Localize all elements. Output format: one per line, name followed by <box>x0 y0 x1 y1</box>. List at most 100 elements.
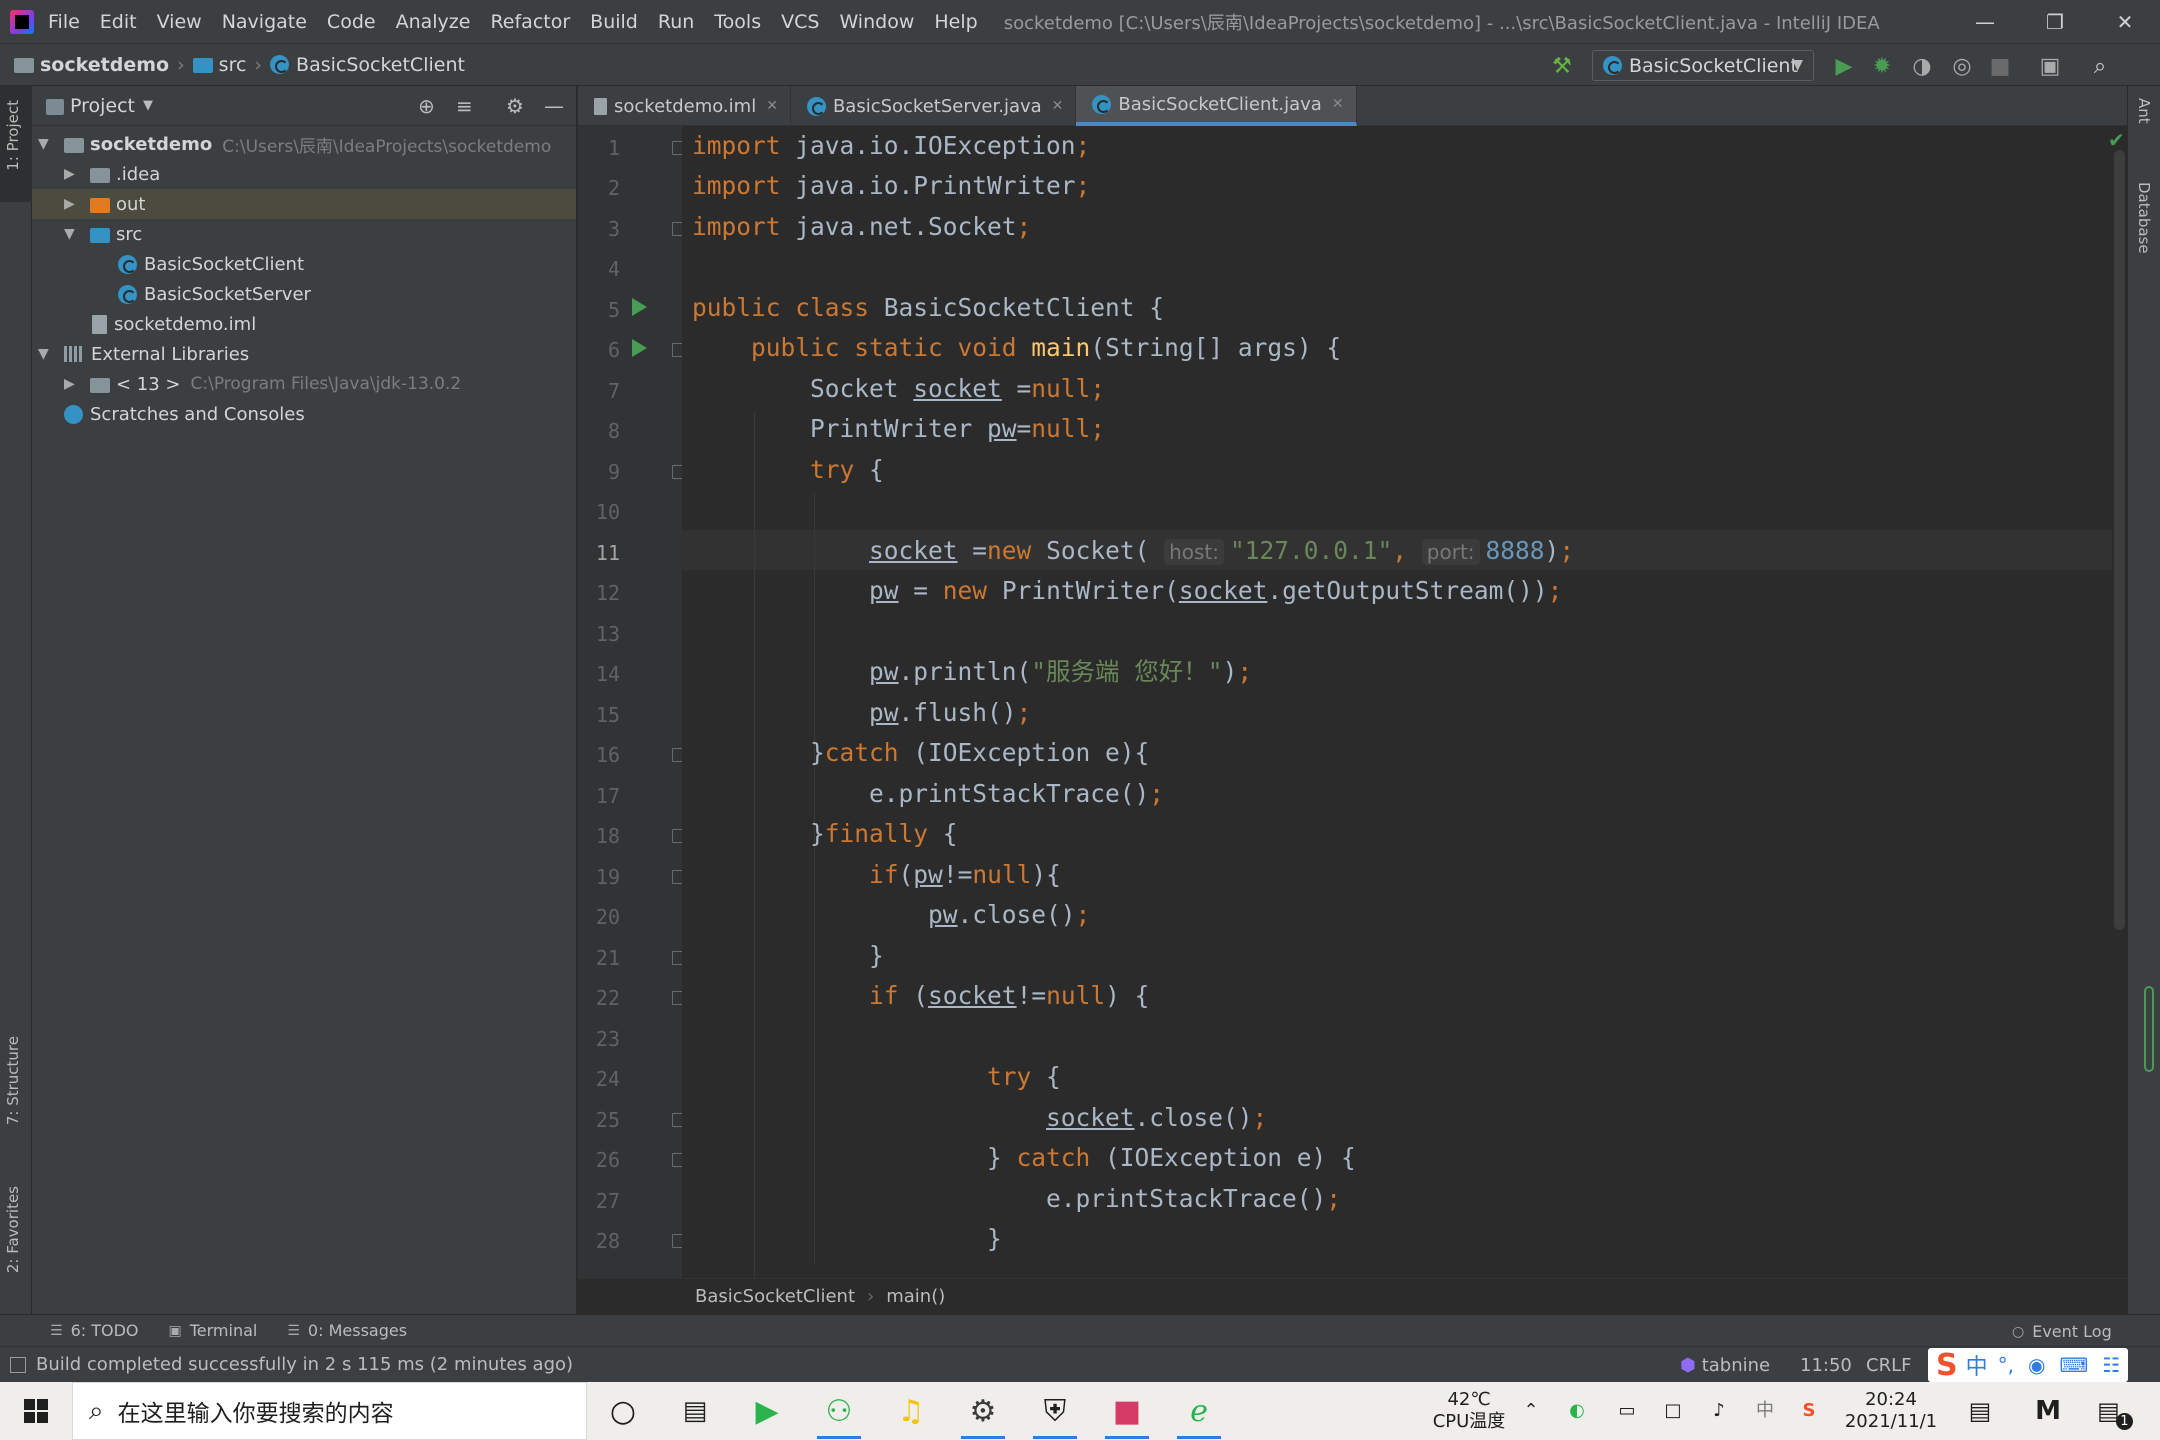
project-panel-title[interactable]: Project <box>70 95 135 117</box>
menu-help[interactable]: Help <box>934 11 977 33</box>
wechat-icon[interactable]: ⚇ <box>803 1382 875 1440</box>
menu-window[interactable]: Window <box>839 11 914 33</box>
tray-app-icon[interactable]: ◐ <box>1560 1382 1594 1440</box>
status-toggle-icon[interactable] <box>10 1356 26 1373</box>
menu-edit[interactable]: Edit <box>100 11 137 33</box>
nav-crumb-class[interactable]: BasicSocketClient <box>270 54 465 76</box>
run-gutter-icon[interactable] <box>632 298 647 316</box>
expand-arrow-icon[interactable]: ▼ <box>64 226 80 242</box>
tab-basic-socket-server[interactable]: BasicSocketServer.java ✕ <box>791 86 1077 126</box>
show-hidden-icons-icon[interactable]: ⌃ <box>1514 1382 1548 1440</box>
tab-structure[interactable]: 7: Structure <box>4 1036 22 1125</box>
tabnine-status[interactable]: ⬢ tabnine <box>1680 1347 1770 1383</box>
tab-project[interactable]: 1: Project <box>4 100 22 171</box>
notes-icon[interactable]: ▤ <box>1960 1382 2000 1440</box>
tree-item-src[interactable]: ▼ src <box>32 219 576 249</box>
collapsed-arrow-icon[interactable]: ▶ <box>64 166 80 182</box>
tab-socketdemo-iml[interactable]: socketdemo.iml ✕ <box>578 86 791 126</box>
stop-icon[interactable]: ■ <box>1986 52 2014 80</box>
todo-button[interactable]: ☰ 6: TODO <box>50 1321 139 1340</box>
run-icon[interactable]: ▶ <box>1830 52 1858 80</box>
battery-icon[interactable]: ▭ <box>1610 1382 1644 1440</box>
search-everywhere-icon[interactable]: ⌕ <box>2086 52 2114 80</box>
terminal-button[interactable]: ▣ Terminal <box>169 1321 258 1340</box>
messages-button[interactable]: ☰ 0: Messages <box>287 1321 407 1340</box>
tree-item-basic-socket-client[interactable]: BasicSocketClient <box>32 249 576 279</box>
tree-item-external-libraries[interactable]: ▼ External Libraries <box>32 339 576 369</box>
caret-position[interactable]: 11:50 <box>1800 1347 1852 1383</box>
start-button[interactable] <box>0 1382 72 1440</box>
notification-center-icon[interactable]: ▤ 1 <box>2092 1382 2142 1440</box>
close-icon[interactable]: ✕ <box>1332 96 1344 112</box>
media-player-icon[interactable]: ▶ <box>731 1382 803 1440</box>
menu-build[interactable]: Build <box>590 11 638 33</box>
clock[interactable]: 20:24 2021/11/1 <box>1836 1382 1946 1440</box>
close-window-button[interactable]: ✕ <box>2090 0 2160 43</box>
menu-refactor[interactable]: Refactor <box>490 11 570 33</box>
tree-item-basic-socket-server[interactable]: BasicSocketServer <box>32 279 576 309</box>
expand-arrow-icon[interactable]: ▼ <box>38 136 54 152</box>
breadcrumb-class[interactable]: BasicSocketClient <box>695 1286 855 1307</box>
tab-basic-socket-client[interactable]: BasicSocketClient.java ✕ <box>1076 86 1357 126</box>
cortana-icon[interactable]: ○ <box>587 1382 659 1440</box>
tab-database[interactable]: Database <box>2135 182 2153 254</box>
tree-item-out[interactable]: ▶ out <box>32 189 576 219</box>
menu-file[interactable]: File <box>48 11 80 33</box>
tab-ant[interactable]: Ant <box>2135 98 2153 124</box>
sogou-tray-icon[interactable]: S <box>1792 1382 1826 1440</box>
mail-app-icon[interactable]: M <box>2018 1382 2078 1440</box>
music-app-icon[interactable]: ♫ <box>875 1382 947 1440</box>
menu-code[interactable]: Code <box>327 11 376 33</box>
expand-arrow-icon[interactable]: ▼ <box>38 346 54 362</box>
menu-view[interactable]: View <box>157 11 202 33</box>
minimize-button[interactable]: — <box>1950 0 2020 43</box>
menu-analyze[interactable]: Analyze <box>396 11 471 33</box>
menu-run[interactable]: Run <box>658 11 694 33</box>
ime-indicator[interactable]: 中 <box>1748 1382 1782 1440</box>
run-gutter-icon[interactable] <box>632 339 647 357</box>
cpu-temperature[interactable]: 42℃ CPU温度 <box>1426 1382 1512 1440</box>
run-configuration-select[interactable]: BasicSocketClient ▼ <box>1592 50 1814 81</box>
debug-icon[interactable]: ✹ <box>1868 52 1896 80</box>
menu-vcs[interactable]: VCS <box>781 11 819 33</box>
nav-crumb-project[interactable]: socketdemo › <box>14 54 193 76</box>
close-icon[interactable]: ✕ <box>766 98 778 114</box>
collapsed-arrow-icon[interactable]: ▶ <box>64 196 80 212</box>
locate-file-icon[interactable]: ⊕ <box>418 94 435 118</box>
menu-tools[interactable]: Tools <box>714 11 761 33</box>
chevron-down-icon[interactable]: ▼ <box>143 98 153 113</box>
tree-item-socketdemo[interactable]: ▼ socketdemo C:\Users\辰南\IdeaProjects\so… <box>32 129 576 159</box>
tree-item-iml[interactable]: socketdemo.iml <box>32 309 576 339</box>
tree-item-scratches[interactable]: Scratches and Consoles <box>32 399 576 429</box>
network-icon[interactable]: □ <box>1656 1382 1690 1440</box>
browser-icon[interactable]: ℯ <box>1163 1382 1235 1440</box>
editor-scrollbar[interactable] <box>2114 150 2125 930</box>
close-icon[interactable]: ✕ <box>1052 98 1064 114</box>
project-structure-icon[interactable]: ▣ <box>2036 52 2064 80</box>
task-view-icon[interactable]: ▤ <box>659 1382 731 1440</box>
menu-navigate[interactable]: Navigate <box>222 11 307 33</box>
sogou-ime-toolbar[interactable]: S 中 °, ◉ ⌨ ☷ <box>1928 1348 2129 1383</box>
code-editor[interactable]: import java.io.IOException; import java.… <box>682 126 2127 1278</box>
build-status-message[interactable]: Build completed successfully in 2 s 115 … <box>36 1354 573 1375</box>
tree-item-jdk[interactable]: ▶ < 13 > C:\Program Files\Java\jdk-13.0.… <box>32 369 576 399</box>
restore-button[interactable]: ❐ <box>2020 0 2090 43</box>
collapse-all-icon[interactable]: ≡ <box>456 94 473 118</box>
breadcrumb-method[interactable]: main() <box>886 1286 945 1307</box>
volume-icon[interactable]: ♪ <box>1702 1382 1736 1440</box>
tab-favorites[interactable]: 2: Favorites <box>4 1186 22 1273</box>
taskbar-search-box[interactable]: ⌕ 在这里输入你要搜索的内容 <box>72 1382 587 1440</box>
hide-panel-icon[interactable]: — <box>544 94 564 118</box>
line-separator[interactable]: CRLF <box>1866 1347 1911 1383</box>
build-hammer-icon[interactable]: ⚒ <box>1548 52 1576 80</box>
profile-icon[interactable]: ◎ <box>1948 52 1976 80</box>
tree-item-idea[interactable]: ▶ .idea <box>32 159 576 189</box>
gear-icon[interactable]: ⚙ <box>506 94 524 118</box>
nav-crumb-src[interactable]: src › <box>192 54 270 76</box>
intellij-taskbar-icon[interactable]: ■ <box>1091 1382 1163 1440</box>
event-log-button[interactable]: ○ Event Log <box>2012 1322 2112 1341</box>
settings-icon[interactable]: ⚙ <box>947 1382 1019 1440</box>
coverage-icon[interactable]: ◑ <box>1908 52 1936 80</box>
collapsed-arrow-icon[interactable]: ▶ <box>64 376 80 392</box>
security-shield-icon[interactable]: ⛨ <box>1019 1382 1091 1440</box>
